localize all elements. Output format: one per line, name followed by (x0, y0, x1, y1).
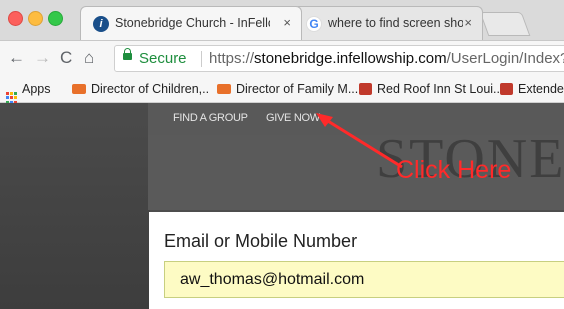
red-roof-icon (500, 83, 513, 95)
bookmark-red-roof[interactable]: Red Roof Inn St Loui... (359, 82, 503, 96)
bookmark-label: Apps (22, 82, 51, 96)
bookmark-director-family[interactable]: Director of Family M... (217, 82, 358, 96)
bookmark-director-children[interactable]: Director of Children,.. (72, 82, 209, 96)
url-text: https://stonebridge.infellowship.com/Use… (209, 46, 564, 71)
minimize-window-button[interactable] (28, 11, 43, 26)
bookmark-label: Director of Children,.. (91, 82, 210, 96)
tab-google-search[interactable]: G where to find screen shot on m × (293, 6, 483, 40)
bookmark-label: Red Roof Inn St Loui... (377, 82, 504, 96)
email-label: Email or Mobile Number (164, 231, 358, 251)
google-icon: G (306, 16, 322, 32)
lock-icon (123, 48, 132, 60)
url-path: /UserLogin/Index?Return (446, 50, 564, 67)
reload-icon[interactable]: C (60, 49, 72, 67)
forward-arrow-icon[interactable]: → (34, 49, 51, 67)
url-scheme: https:// (209, 50, 255, 67)
divider (201, 51, 202, 67)
page-content: FIND A GROUP GIVE NOW STONE Click Here E… (0, 103, 564, 309)
bookmark-label: Director of Family M... (236, 82, 359, 96)
login-card: Email or Mobile Number (149, 212, 564, 309)
bookmark-extended[interactable]: Extende (500, 82, 564, 96)
tab-stonebridge[interactable]: i Stonebridge Church - InFellow × (80, 6, 302, 40)
arrow-head (316, 113, 333, 127)
briefcase-icon (217, 84, 231, 94)
tab-strip: G where to find screen shot on m × i Sto… (0, 0, 564, 41)
secure-label: Secure (139, 50, 187, 67)
bookmarks-bar: Apps Director of Children,.. Director of… (0, 77, 564, 104)
address-bar[interactable]: Secure https://stonebridge.infellowship.… (114, 45, 564, 72)
tab-close-icon[interactable]: × (283, 15, 291, 30)
browser-toolbar: ← → C ⌂ Secure https://stonebridge.infel… (0, 41, 564, 77)
email-field[interactable] (164, 261, 564, 298)
maximize-window-button[interactable] (48, 11, 63, 26)
url-host: stonebridge.infellowship.com (254, 50, 447, 67)
back-arrow-icon[interactable]: ← (8, 49, 25, 67)
bookmark-apps[interactable]: Apps (6, 82, 51, 104)
close-window-button[interactable] (8, 11, 23, 26)
click-here-annotation: Click Here (396, 156, 512, 184)
bookmark-label: Extende (518, 82, 564, 96)
arrow-shaft (322, 116, 403, 169)
tab-close-icon[interactable]: × (464, 15, 472, 30)
home-icon[interactable]: ⌂ (84, 49, 94, 67)
tab-title: Stonebridge Church - InFellow (115, 16, 270, 30)
new-tab-button[interactable] (479, 12, 531, 36)
briefcase-icon (72, 84, 86, 94)
infellowship-icon: i (93, 16, 109, 32)
tab-title: where to find screen shot on m (328, 16, 463, 30)
red-roof-icon (359, 83, 372, 95)
